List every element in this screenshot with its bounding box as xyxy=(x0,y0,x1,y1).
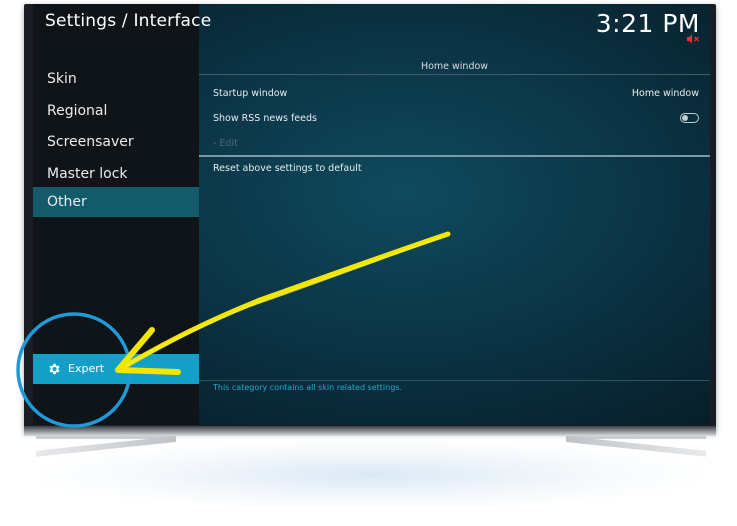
reset-label: Reset above settings to default xyxy=(213,163,362,174)
tv-bottom-edge xyxy=(24,426,716,436)
help-text: This category contains all skin related … xyxy=(213,383,403,392)
sidebar-item-other[interactable]: Other xyxy=(33,187,199,217)
tv-stand-right xyxy=(566,436,706,467)
sidebar: Settings / Interface Skin Regional Scree… xyxy=(33,4,211,425)
sidebar-item-skin[interactable]: Skin xyxy=(33,64,199,94)
setting-edit-rss: - Edit xyxy=(213,135,699,153)
settings-level-label: Expert xyxy=(68,362,105,375)
tv-screen: Settings / Interface Skin Regional Scree… xyxy=(33,4,710,425)
setting-startup-window[interactable]: Startup window Home window xyxy=(213,85,699,103)
toggle-knob xyxy=(682,115,688,121)
divider xyxy=(199,155,710,157)
rss-toggle[interactable] xyxy=(680,113,699,123)
gear-icon xyxy=(49,363,60,375)
setting-label: Startup window xyxy=(213,88,288,99)
sidebar-item-screensaver[interactable]: Screensaver xyxy=(33,127,199,157)
sidebar-item-master-lock[interactable]: Master lock xyxy=(33,159,199,189)
reset-settings-button[interactable]: Reset above settings to default xyxy=(213,160,699,178)
setting-show-rss[interactable]: Show RSS news feeds xyxy=(213,110,699,128)
setting-value: Home window xyxy=(631,88,699,99)
settings-level-button[interactable]: Expert xyxy=(33,354,199,384)
settings-panel: Home window Startup window Home window S… xyxy=(199,4,710,425)
group-title: Home window xyxy=(199,61,710,75)
sidebar-item-regional[interactable]: Regional xyxy=(33,96,199,126)
setting-label: - Edit xyxy=(213,138,238,149)
tv-stand-left xyxy=(36,436,176,467)
page-title: Settings / Interface xyxy=(45,11,212,31)
setting-label: Show RSS news feeds xyxy=(213,113,317,124)
